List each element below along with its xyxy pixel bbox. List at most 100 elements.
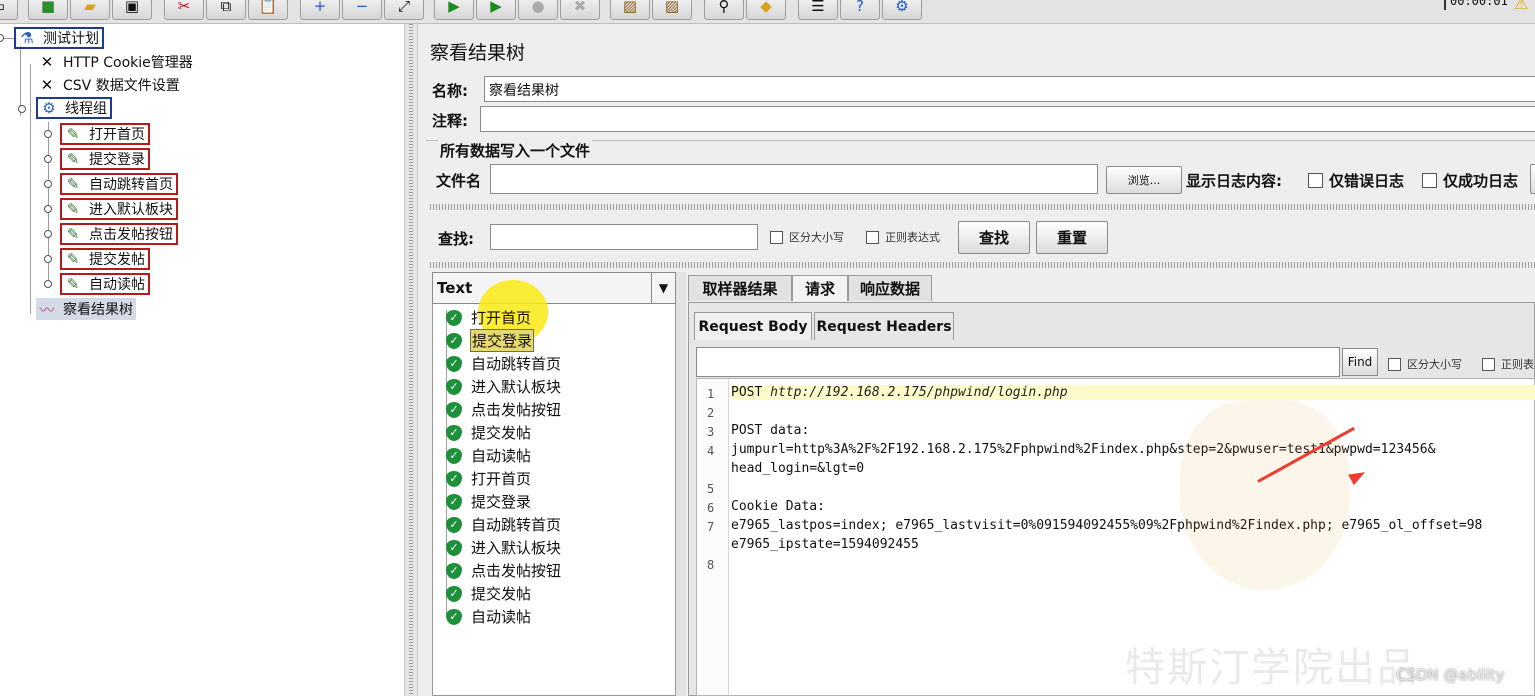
chevron-down-icon[interactable]: ▼ (651, 273, 675, 303)
find-button[interactable]: 查找 (958, 221, 1030, 254)
success-icon: ✓ (446, 378, 462, 395)
tree-node-cookie-manager[interactable]: ✕ HTTP Cookie管理器 (36, 51, 196, 73)
name-field[interactable]: 察看结果树 (484, 76, 1535, 102)
results-splitter[interactable] (676, 272, 686, 696)
save-icon[interactable]: ▣ (112, 0, 152, 20)
start-no-pause-icon[interactable]: ▶ (476, 0, 516, 20)
success-icon: ✓ (446, 539, 462, 556)
tree-node-sampler[interactable]: ✎ 打开首页 (60, 123, 150, 145)
checkbox-box[interactable] (770, 230, 783, 244)
splitter[interactable] (404, 24, 418, 696)
cut-icon[interactable]: ✂ (164, 0, 204, 20)
case-sensitive-checkbox[interactable]: 区分大小写 (770, 229, 844, 245)
new-icon[interactable]: ■ (28, 0, 68, 20)
tree-node-view-results-tree[interactable]: 〰 察看结果树 (36, 298, 136, 320)
detail-case-checkbox[interactable]: 区分大小写 (1388, 356, 1462, 372)
paste-icon[interactable]: 📋 (248, 0, 288, 20)
browse-button[interactable]: 浏览... (1106, 166, 1182, 194)
result-item[interactable]: ✓ 提交发帖 (446, 583, 532, 604)
checkbox-box[interactable] (866, 230, 879, 244)
tab-request[interactable]: 请求 (792, 275, 848, 301)
result-label: 进入默认板块 (471, 539, 562, 557)
collapse-icon[interactable]: − (342, 0, 382, 20)
checkbox-box[interactable] (1308, 173, 1323, 188)
tree-node-test-plan[interactable]: ⚗ 测试计划 (14, 27, 104, 49)
result-item[interactable]: ✓ 点击发帖按钮 (446, 399, 562, 420)
tree-node-label: 进入默认板块 (89, 202, 173, 218)
clear-all-icon[interactable]: ▨ (652, 0, 692, 20)
configure-button[interactable] (1530, 164, 1535, 194)
reset-button[interactable]: 重置 (1036, 221, 1108, 254)
toggle-icon[interactable]: ⤢ (384, 0, 424, 20)
template-icon[interactable]: ▭ (0, 0, 18, 20)
tree-node-sampler[interactable]: ✎ 自动跳转首页 (60, 173, 178, 195)
tree-node-label: 测试计划 (43, 31, 99, 47)
name-label: 名称: (432, 82, 468, 100)
checkbox-box[interactable] (1482, 357, 1495, 371)
checkbox-box[interactable] (1422, 173, 1437, 188)
tree-node-sampler[interactable]: ✎ 提交发帖 (60, 248, 150, 270)
stop-icon[interactable]: ● (518, 0, 558, 20)
detail-find-button[interactable]: Find (1342, 348, 1378, 376)
tree-node-sampler[interactable]: ✎ 点击发帖按钮 (60, 223, 178, 245)
line-number: 2 (707, 406, 715, 420)
success-icon: ✓ (446, 562, 462, 579)
code-line: Cookie Data: (731, 499, 825, 514)
result-item[interactable]: ✓ 进入默认板块 (446, 537, 562, 558)
result-item[interactable]: ✓ 提交登录 (446, 329, 535, 352)
result-item[interactable]: ✓ 打开首页 (446, 468, 532, 489)
success-icon: ✓ (446, 585, 462, 602)
copy-icon[interactable]: ⧉ (206, 0, 246, 20)
tree-node-thread-group[interactable]: ⚙ 线程组 (36, 97, 112, 119)
remote-icon[interactable]: ⚙ (882, 0, 922, 20)
tab-response-data[interactable]: 响应数据 (848, 275, 932, 301)
search-icon[interactable]: ⚲ (704, 0, 744, 20)
filename-input[interactable] (490, 164, 1098, 194)
function-helper-icon[interactable]: ☰ (798, 0, 838, 20)
result-item[interactable]: ✓ 自动读帖 (446, 606, 532, 627)
result-item[interactable]: ✓ 打开首页 (446, 307, 532, 328)
errors-only-checkbox[interactable]: 仅错误日志 (1308, 170, 1404, 191)
result-item[interactable]: ✓ 点击发帖按钮 (446, 560, 562, 581)
checkbox-box[interactable] (1388, 357, 1401, 371)
result-item[interactable]: ✓ 自动读帖 (446, 445, 532, 466)
search-label: 查找: (438, 230, 474, 248)
success-icon: ✓ (446, 424, 462, 441)
renderer-select[interactable]: Text ▼ (432, 272, 676, 304)
result-label: 进入默认板块 (471, 378, 562, 396)
result-item[interactable]: ✓ 提交发帖 (446, 422, 532, 443)
tree-node-sampler[interactable]: ✎ 进入默认板块 (60, 198, 178, 220)
search-input[interactable] (490, 224, 758, 250)
detail-regex-checkbox[interactable]: 正则表 (1482, 356, 1534, 372)
start-icon[interactable]: ▶ (434, 0, 474, 20)
regex-checkbox[interactable]: 正则表达式 (866, 229, 940, 245)
clear-icon[interactable]: ▨ (610, 0, 650, 20)
result-item[interactable]: ✓ 提交登录 (446, 491, 532, 512)
expand-icon[interactable]: + (300, 0, 340, 20)
reset-search-icon[interactable]: ◆ (746, 0, 786, 20)
tab-request-headers[interactable]: Request Headers (814, 312, 954, 340)
open-folder-icon[interactable]: ▰ (70, 0, 110, 20)
tree-node-sampler[interactable]: ✎ 自动读帖 (60, 273, 150, 295)
help-icon[interactable]: ? (840, 0, 880, 20)
detail-search-input[interactable] (696, 347, 1340, 377)
log-content-label: 显示日志内容: (1186, 172, 1282, 190)
success-only-checkbox[interactable]: 仅成功日志 (1422, 170, 1518, 191)
warning-icon[interactable]: ⚠ (1514, 0, 1528, 13)
tab-sampler-result[interactable]: 取样器结果 (688, 275, 792, 301)
tab-request-body[interactable]: Request Body (694, 312, 812, 340)
result-item[interactable]: ✓ 自动跳转首页 (446, 514, 562, 535)
result-item[interactable]: ✓ 进入默认板块 (446, 376, 562, 397)
line-number: 5 (707, 482, 715, 496)
checkbox-label: 正则表达式 (885, 231, 940, 244)
result-item[interactable]: ✓ 自动跳转首页 (446, 353, 562, 374)
comment-field[interactable] (480, 106, 1535, 132)
tree-node-label: 自动跳转首页 (89, 177, 173, 193)
tree-node-sampler[interactable]: ✎ 提交登录 (60, 148, 150, 170)
result-label: 自动跳转首页 (471, 516, 562, 534)
tree-node-csv-config[interactable]: ✕ CSV 数据文件设置 (36, 74, 183, 96)
flask-icon: ⚗ (20, 29, 34, 47)
code-line: POST data: (731, 423, 810, 438)
pipette-icon: ✎ (66, 125, 80, 143)
shutdown-icon[interactable]: ✖ (560, 0, 600, 20)
